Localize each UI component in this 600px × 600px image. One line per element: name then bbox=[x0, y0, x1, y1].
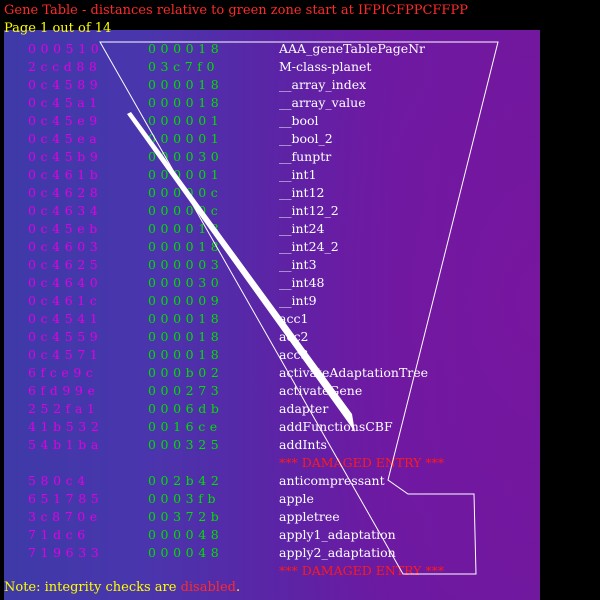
outline-shape bbox=[99, 41, 499, 575]
integrity-status: disabled bbox=[180, 580, 236, 595]
footer-suffix: . bbox=[235, 580, 241, 595]
diagonal-stripe bbox=[127, 112, 355, 432]
footer-prefix: Note: integrity checks are bbox=[4, 580, 181, 595]
overlay-drawing bbox=[99, 41, 499, 575]
footer-note: Note: integrity checks are disabled. bbox=[4, 580, 240, 595]
